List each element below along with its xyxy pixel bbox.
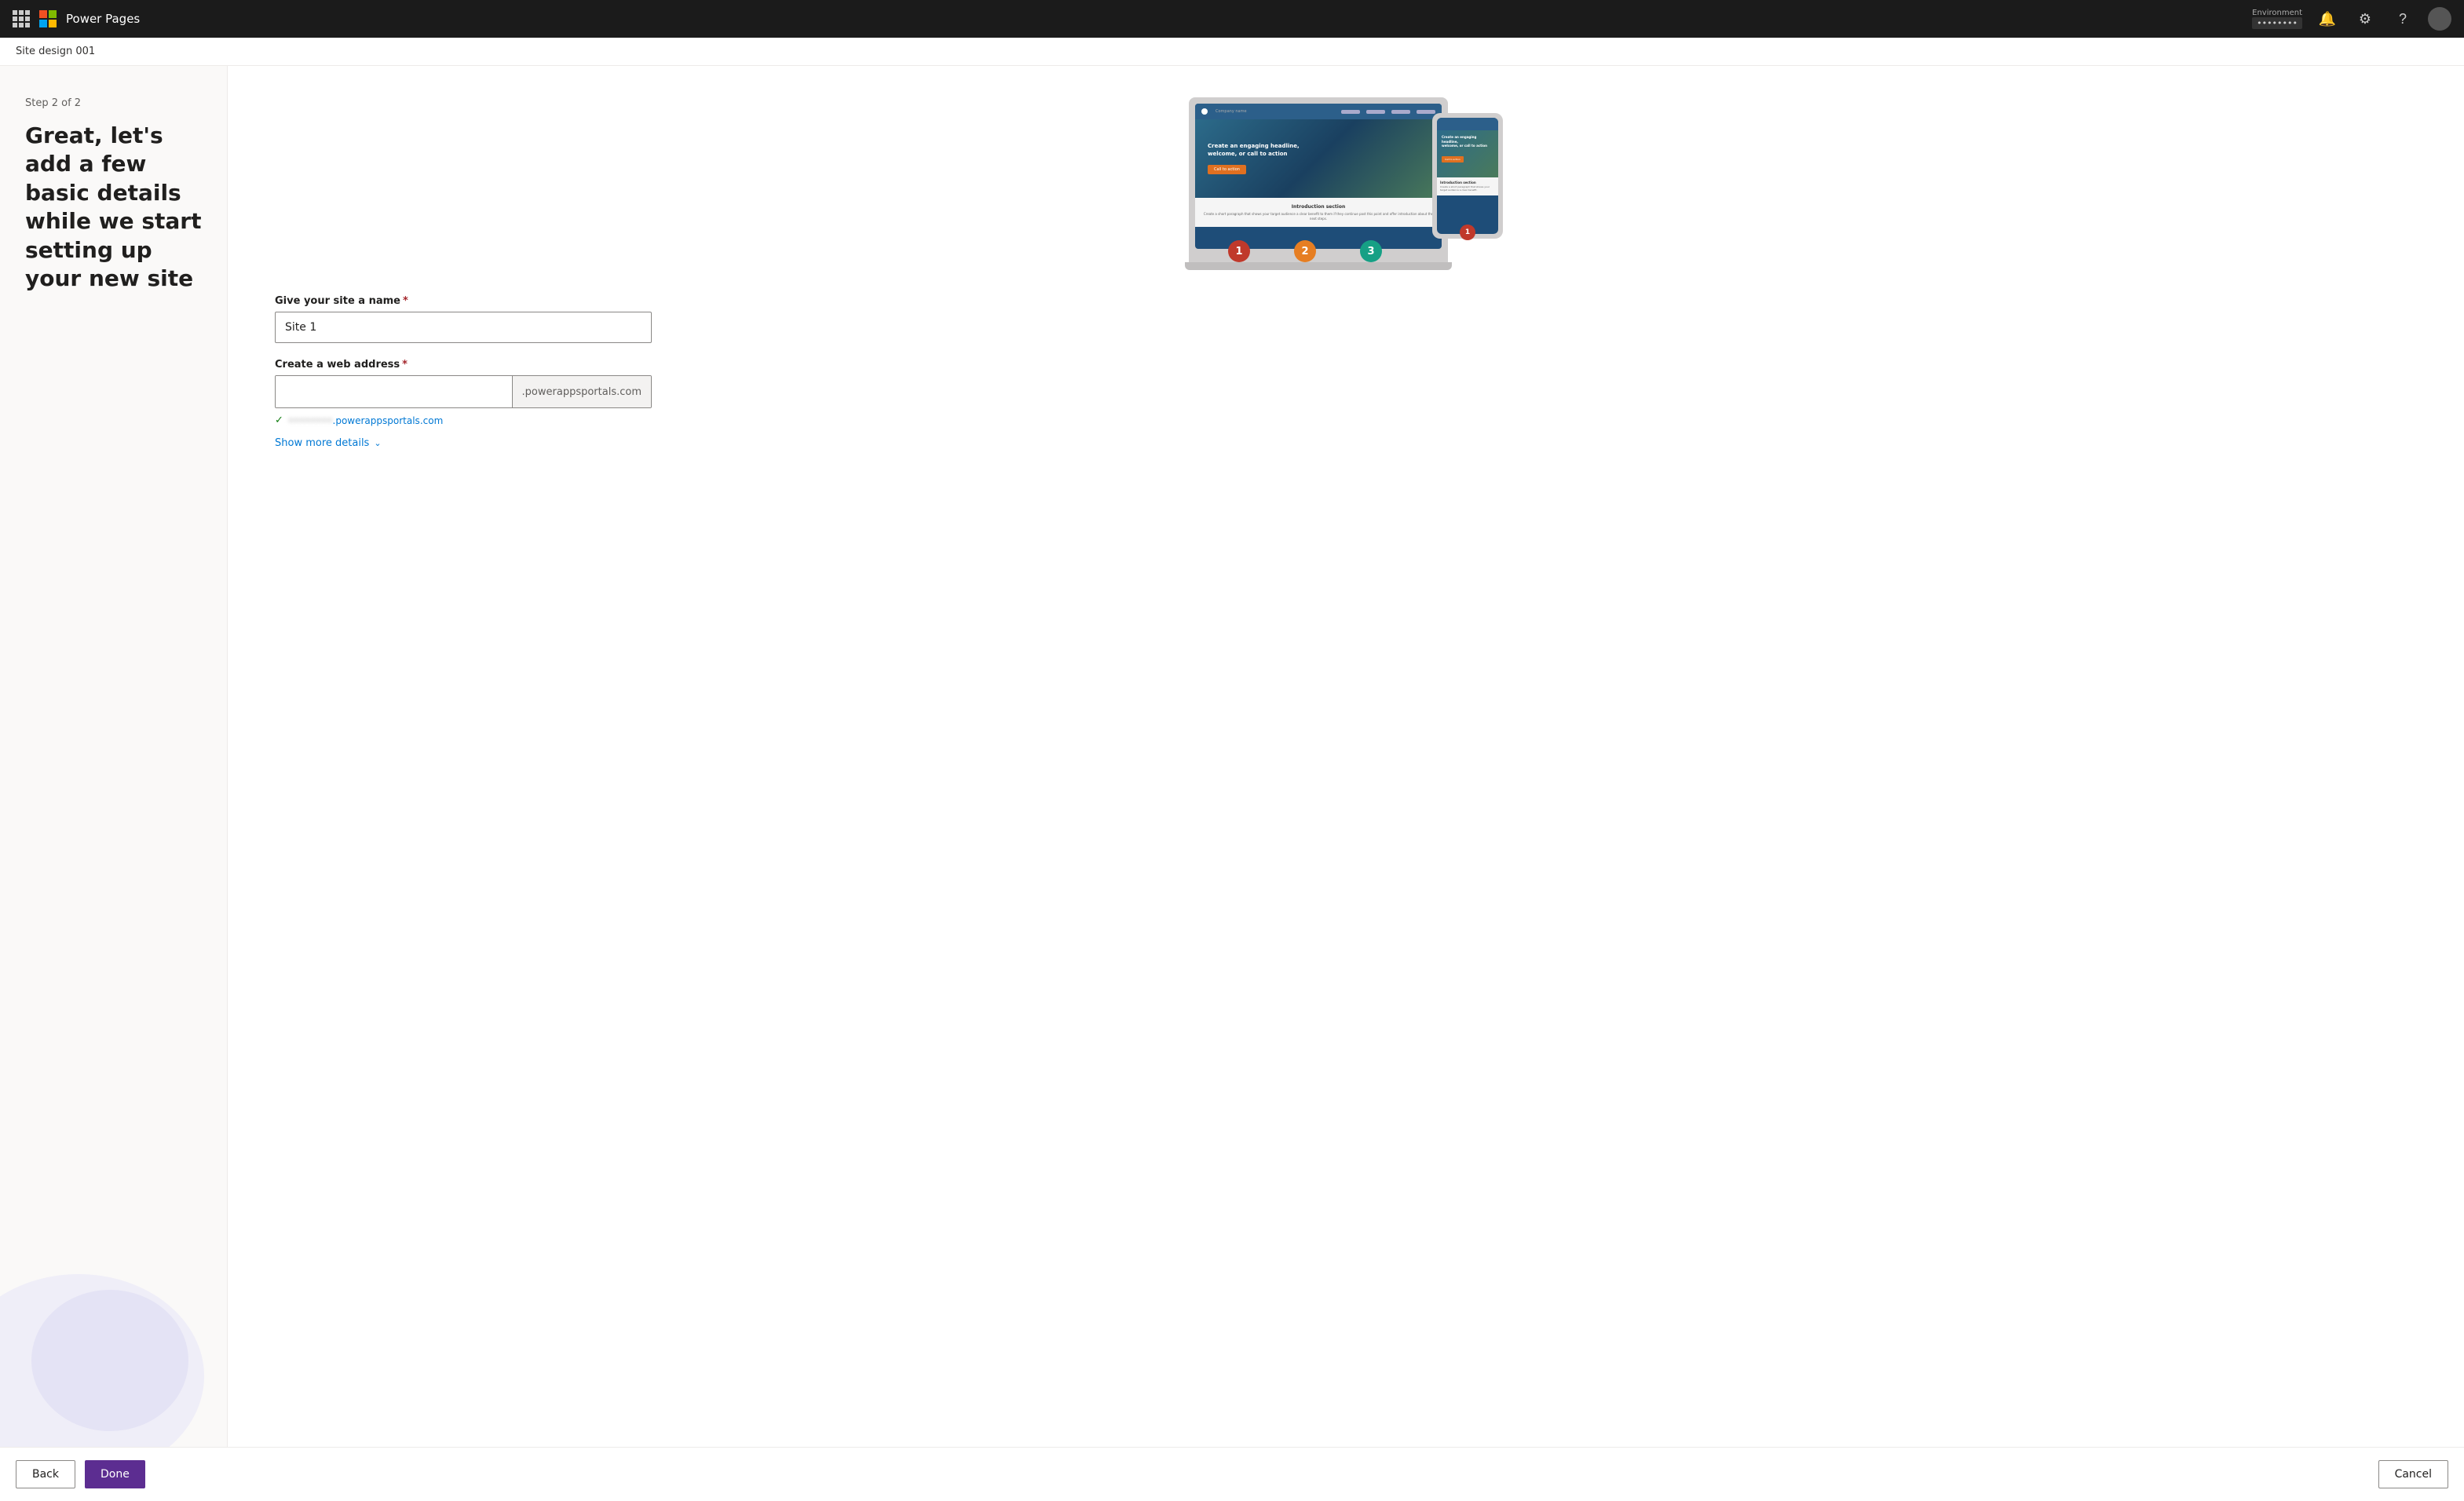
intro-text: Create a short paragraph that shows your… — [1201, 212, 1435, 221]
bg-shape-2 — [31, 1290, 188, 1431]
step-heading: Great, let's add a few basic details whi… — [25, 122, 202, 293]
environment-name: •••••••• — [2252, 17, 2302, 29]
microsoft-logo — [39, 10, 57, 27]
web-address-input[interactable] — [276, 376, 512, 407]
laptop-base — [1185, 262, 1452, 270]
environment-block: Environment •••••••• — [2252, 9, 2302, 29]
validation-check-icon: ✓ — [275, 415, 283, 426]
left-panel: Step 2 of 2 Great, let's add a few basic… — [0, 66, 228, 1447]
notifications-button[interactable]: 🔔 — [2315, 6, 2340, 31]
right-content: Company name Create an engaging headline… — [228, 66, 2464, 1447]
top-navigation: Power Pages Environment •••••••• 🔔 ⚙ ? — [0, 0, 2464, 38]
step-bubble-3: 3 — [1360, 240, 1382, 262]
web-address-field-group: Create a web address * .powerappsportals… — [275, 359, 652, 449]
cancel-button[interactable]: Cancel — [2378, 1460, 2448, 1488]
phone-mockup: Create an engaging headline,welcome, or … — [1432, 113, 1503, 239]
help-button[interactable]: ? — [2390, 6, 2415, 31]
breadcrumb: Site design 001 — [0, 38, 2464, 66]
app-name: Power Pages — [66, 12, 140, 26]
laptop-intro: Introduction section Create a short para… — [1195, 198, 1442, 227]
done-button[interactable]: Done — [85, 1460, 145, 1488]
phone-hero-btn: Call to action — [1442, 156, 1464, 163]
web-address-suffix: .powerappsportals.com — [512, 376, 651, 407]
bottom-bar: Back Done Cancel — [0, 1447, 2464, 1501]
nav-right-area: Environment •••••••• 🔔 ⚙ ? — [2252, 6, 2451, 31]
required-star-address: * — [402, 359, 408, 371]
show-more-text: Show more details — [275, 437, 369, 449]
phone-hero-text: Create an engaging headline,welcome, or … — [1442, 135, 1493, 148]
step-bubbles: 1 2 3 — [1228, 240, 1382, 262]
phone-screen: Create an engaging headline,welcome, or … — [1437, 118, 1498, 234]
web-address-row: .powerappsportals.com — [275, 375, 652, 408]
screen-header: Company name — [1195, 104, 1442, 119]
intro-title: Introduction section — [1201, 204, 1435, 210]
step-bubble-2: 2 — [1294, 240, 1316, 262]
phone-step-bubble: 1 — [1460, 225, 1475, 240]
settings-button[interactable]: ⚙ — [2352, 6, 2378, 31]
required-star-name: * — [403, 295, 408, 307]
site-name-input[interactable] — [275, 312, 652, 343]
laptop-hero: Create an engaging headline,welcome, or … — [1195, 119, 1442, 198]
back-button[interactable]: Back — [16, 1460, 75, 1488]
site-name-label: Give your site a name * — [275, 295, 652, 307]
hero-text: Create an engaging headline,welcome, or … — [1208, 143, 1300, 159]
main-layout: Step 2 of 2 Great, let's add a few basic… — [0, 66, 2464, 1447]
laptop-mockup: Company name Create an engaging headline… — [1189, 97, 1448, 262]
phone-header — [1437, 118, 1498, 130]
chevron-down-icon: ⌄ — [374, 438, 381, 448]
waffle-menu[interactable] — [13, 10, 30, 27]
validation-link[interactable]: ••••••••.powerappsportals.com — [288, 415, 443, 426]
screen-logo — [1201, 108, 1208, 115]
preview-area: Company name Create an engaging headline… — [275, 97, 2417, 270]
phone-intro: Introduction section Create a short para… — [1437, 177, 1498, 195]
phone-intro-text: Create a short paragraph that shows your… — [1440, 186, 1495, 192]
form-section: Give your site a name * Create a web add… — [275, 295, 652, 449]
phone-intro-title: Introduction section — [1440, 181, 1495, 184]
laptop-screen: Company name Create an engaging headline… — [1195, 104, 1442, 249]
validation-row: ✓ ••••••••.powerappsportals.com — [275, 415, 652, 426]
breadcrumb-text: Site design 001 — [16, 46, 95, 57]
step-bubble-1: 1 — [1228, 240, 1250, 262]
web-address-label: Create a web address * — [275, 359, 652, 371]
environment-label: Environment — [2252, 9, 2302, 17]
phone-hero: Create an engaging headline,welcome, or … — [1437, 130, 1498, 177]
show-more-row[interactable]: Show more details ⌄ — [275, 437, 652, 449]
step-label: Step 2 of 2 — [25, 97, 202, 109]
device-mockup: Company name Create an engaging headline… — [1189, 97, 1503, 270]
avatar[interactable] — [2428, 7, 2451, 31]
hero-btn: Call to action — [1208, 165, 1246, 174]
screen-nav — [1341, 110, 1435, 114]
validation-blurred-text: •••••••• — [288, 415, 333, 426]
site-name-field-group: Give your site a name * — [275, 295, 652, 343]
